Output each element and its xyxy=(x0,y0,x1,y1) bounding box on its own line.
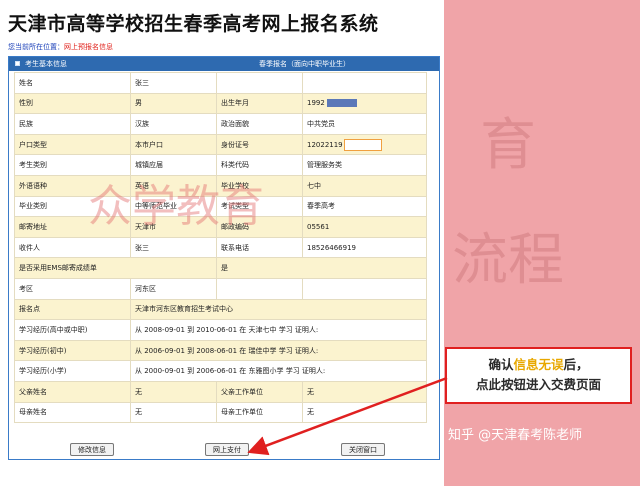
author-credit: 知乎 @天津春考陈老师 xyxy=(448,428,583,443)
pointer-arrow-icon xyxy=(247,376,448,456)
